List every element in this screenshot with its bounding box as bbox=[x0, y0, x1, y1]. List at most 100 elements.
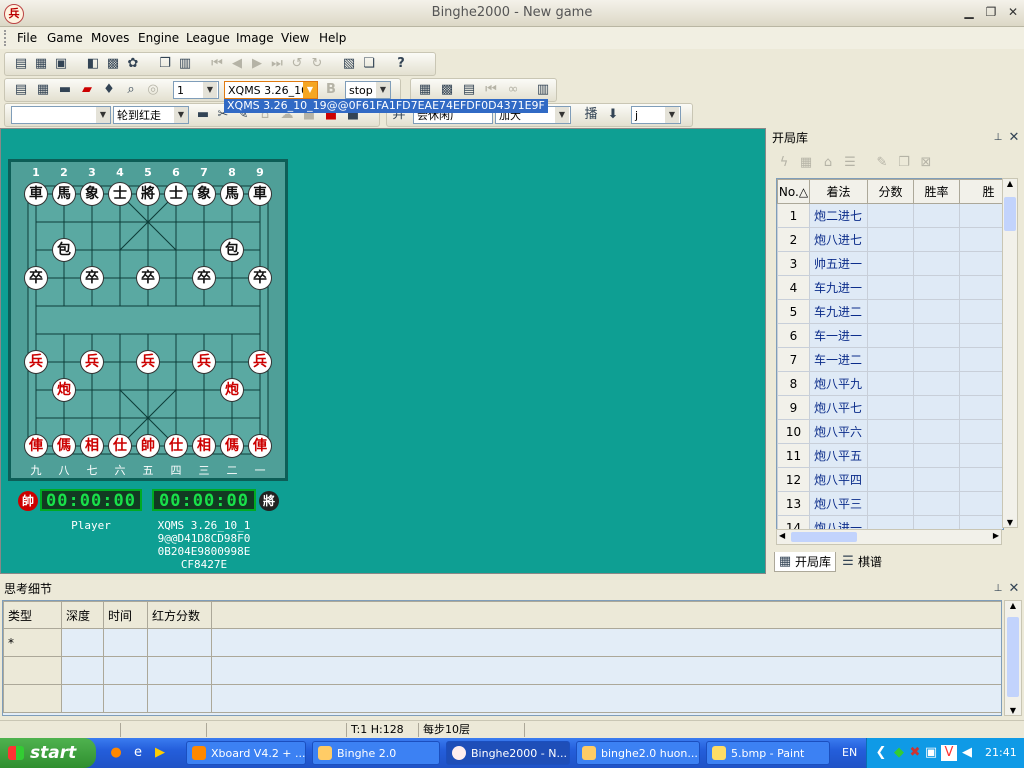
black-piece[interactable]: 象 bbox=[80, 182, 104, 206]
engine-load-icon[interactable]: ▤ bbox=[13, 82, 29, 98]
engine-dropdown-icon[interactable]: ▼ bbox=[303, 82, 317, 98]
col-move[interactable]: 着法 bbox=[809, 179, 868, 204]
tray-expand-icon[interactable]: ❮ bbox=[873, 745, 889, 761]
first-move-icon[interactable]: ⏮ bbox=[209, 56, 225, 72]
black-piece[interactable]: 車 bbox=[248, 182, 272, 206]
book-grid-icon[interactable]: ▦ bbox=[798, 155, 814, 171]
layout-icon[interactable]: ▩ bbox=[439, 82, 455, 98]
tab-opening-book[interactable]: ▦ 开局库 bbox=[774, 552, 836, 572]
stop-dropdown-icon[interactable]: ▼ bbox=[376, 82, 390, 98]
col-depth[interactable]: 深度 bbox=[61, 601, 104, 629]
table-row[interactable] bbox=[3, 684, 1001, 713]
red-piece[interactable]: 炮 bbox=[52, 378, 76, 402]
black-piece[interactable]: 卒 bbox=[136, 266, 160, 290]
table-row[interactable]: 8 炮八平九 bbox=[777, 371, 1003, 396]
task-xboard[interactable]: Xboard V4.2 + ... bbox=[186, 741, 306, 765]
black-piece[interactable]: 馬 bbox=[52, 182, 76, 206]
grid-icon[interactable]: ▦ bbox=[417, 82, 433, 98]
next-move-icon[interactable]: ▶ bbox=[249, 56, 265, 72]
menu-engine[interactable]: Engine bbox=[138, 31, 179, 45]
antivirus-icon[interactable]: ✖ bbox=[907, 745, 923, 761]
red-piece[interactable]: 傌 bbox=[220, 434, 244, 458]
col-wins[interactable]: 胜 bbox=[959, 179, 1003, 204]
table-row[interactable]: 11 炮八平五 bbox=[777, 443, 1003, 468]
table-row[interactable]: 6 车一进一 bbox=[777, 323, 1003, 348]
redo-icon[interactable]: ↻ bbox=[309, 56, 325, 72]
menu-grip[interactable] bbox=[4, 30, 9, 46]
scroll-up-icon[interactable]: ▲ bbox=[1003, 179, 1017, 188]
black-piece[interactable]: 卒 bbox=[80, 266, 104, 290]
cycle-icon[interactable]: ✿ bbox=[125, 56, 141, 72]
col-red-score[interactable]: 红方分数 bbox=[147, 601, 212, 629]
help-icon[interactable]: ? bbox=[393, 56, 409, 72]
volume-icon[interactable]: ◀ bbox=[959, 745, 975, 761]
v-tray-icon[interactable]: V bbox=[941, 745, 957, 761]
last-move-icon[interactable]: ⏭ bbox=[269, 56, 285, 72]
scroll-down-icon[interactable]: ▼ bbox=[1005, 706, 1021, 715]
red-piece[interactable]: 兵 bbox=[136, 350, 160, 374]
thinking-close-icon[interactable]: ✕ bbox=[1006, 581, 1022, 597]
link-icon[interactable]: ∞ bbox=[505, 82, 521, 98]
col-winrate[interactable]: 胜率 bbox=[913, 179, 960, 204]
lightning-icon[interactable]: ϟ bbox=[776, 155, 792, 171]
book-edit-icon[interactable]: ✎ bbox=[874, 155, 890, 171]
media-icon[interactable]: ▶ bbox=[152, 745, 168, 761]
book-horizontal-scrollbar[interactable]: ◀ ▶ bbox=[776, 529, 1002, 545]
menu-moves[interactable]: Moves bbox=[91, 31, 129, 45]
menu-league[interactable]: League bbox=[186, 31, 230, 45]
level-dropdown-icon[interactable]: ▼ bbox=[555, 107, 569, 123]
black-piece[interactable]: 車 bbox=[24, 182, 48, 206]
red-piece[interactable]: 俥 bbox=[248, 434, 272, 458]
book-list-icon[interactable]: ☰ bbox=[842, 155, 858, 171]
col-time[interactable]: 时间 bbox=[103, 601, 148, 629]
monitor-icon[interactable]: ▬ bbox=[57, 82, 73, 98]
menu-game[interactable]: Game bbox=[47, 31, 83, 45]
red-piece[interactable]: 相 bbox=[80, 434, 104, 458]
computer-icon[interactable]: ▬ bbox=[195, 107, 211, 123]
task-paint[interactable]: 5.bmp - Paint bbox=[706, 741, 830, 765]
red-piece[interactable]: 俥 bbox=[24, 434, 48, 458]
table-row[interactable]: 3 帅五进一 bbox=[777, 251, 1003, 276]
book-copy-icon[interactable]: ❐ bbox=[896, 155, 912, 171]
ie-icon[interactable]: e bbox=[130, 745, 146, 761]
prev-move-icon[interactable]: ◀ bbox=[229, 56, 245, 72]
clipboard-icon[interactable]: ▧ bbox=[341, 56, 357, 72]
table-row[interactable]: 7 车一进二 bbox=[777, 347, 1003, 372]
red-piece[interactable]: 兵 bbox=[248, 350, 272, 374]
table-row[interactable] bbox=[3, 656, 1001, 685]
flip-board-icon[interactable]: ◧ bbox=[85, 56, 101, 72]
restore-icon[interactable]: ❐ bbox=[983, 5, 999, 19]
red-piece[interactable]: 帥 bbox=[136, 434, 160, 458]
red-piece[interactable]: 傌 bbox=[52, 434, 76, 458]
task-binghe2000[interactable]: Binghe2000 - N... bbox=[446, 741, 570, 765]
bold-b-icon[interactable]: B bbox=[323, 82, 339, 98]
open-icon[interactable]: ▦ bbox=[33, 56, 49, 72]
scroll-thumb[interactable] bbox=[1004, 197, 1016, 231]
panel-icon[interactable]: ▥ bbox=[535, 82, 551, 98]
menu-image[interactable]: Image bbox=[236, 31, 274, 45]
menu-help[interactable]: Help bbox=[319, 31, 346, 45]
red-piece[interactable]: 兵 bbox=[80, 350, 104, 374]
col-no[interactable]: No.△ bbox=[777, 179, 810, 204]
save-icon[interactable]: ▣ bbox=[53, 56, 69, 72]
close-icon[interactable]: ✕ bbox=[1005, 5, 1021, 19]
scroll-down-icon[interactable]: ▼ bbox=[1003, 518, 1017, 527]
broadcast-icon[interactable]: 播 bbox=[583, 107, 599, 123]
black-piece[interactable]: 將 bbox=[136, 182, 160, 206]
minimize-icon[interactable]: ▁ bbox=[961, 5, 977, 19]
table-row[interactable]: 4 车九进一 bbox=[777, 275, 1003, 300]
table-row[interactable]: 5 车九进二 bbox=[777, 299, 1003, 324]
window-icon[interactable]: ❏ bbox=[361, 56, 377, 72]
table-row[interactable]: 1 炮二进七 bbox=[777, 203, 1003, 228]
black-piece[interactable]: 馬 bbox=[220, 182, 244, 206]
new-game-icon[interactable]: ▤ bbox=[13, 56, 29, 72]
display-icon[interactable]: ▣ bbox=[923, 745, 939, 761]
black-piece[interactable]: 士 bbox=[164, 182, 188, 206]
search-icon[interactable]: ⌕ bbox=[123, 82, 139, 98]
task-binghe-folder[interactable]: Binghe 2.0 bbox=[312, 741, 440, 765]
menu-file[interactable]: File bbox=[17, 31, 37, 45]
analyze-icon[interactable]: ◎ bbox=[145, 82, 161, 98]
firefox-icon[interactable]: ● bbox=[108, 745, 124, 761]
red-flag-icon[interactable]: ▰ bbox=[79, 82, 95, 98]
table-row[interactable]: 14 炮八进一 bbox=[777, 515, 1003, 529]
